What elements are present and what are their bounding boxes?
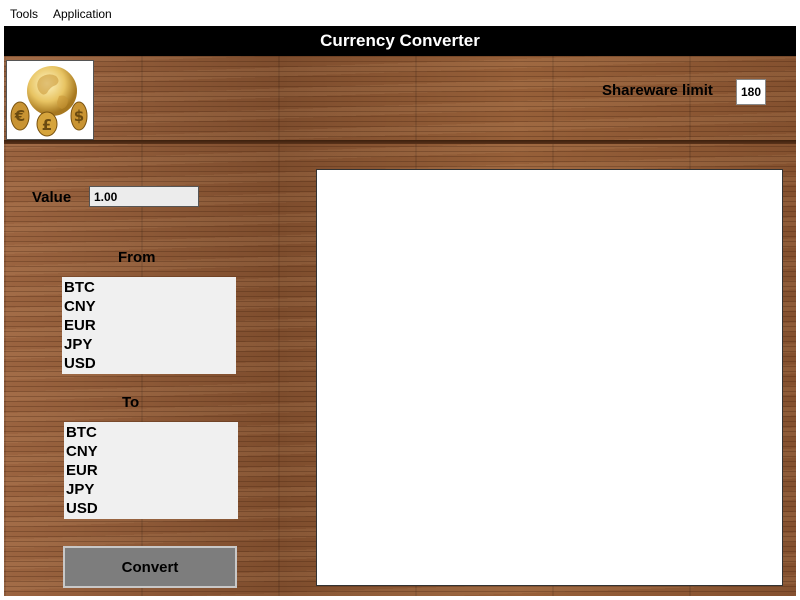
to-currency-list[interactable]: BTC CNY EUR JPY USD xyxy=(64,422,238,519)
from-currency-list[interactable]: BTC CNY EUR JPY USD xyxy=(62,277,236,374)
menu-application[interactable]: Application xyxy=(53,7,112,21)
board-seam xyxy=(4,140,796,144)
to-option-btc[interactable]: BTC xyxy=(66,423,236,442)
convert-button[interactable]: Convert xyxy=(63,546,237,588)
shareware-limit-value: 180 xyxy=(736,79,766,105)
from-option-btc[interactable]: BTC xyxy=(64,278,234,297)
title-bar: Currency Converter xyxy=(4,26,796,56)
window-title: Currency Converter xyxy=(320,31,480,50)
menu-bar: Tools Application xyxy=(0,0,800,25)
to-option-eur[interactable]: EUR xyxy=(66,461,236,480)
value-label: Value xyxy=(32,189,72,206)
shareware-limit-label: Shareware limit xyxy=(602,82,713,99)
to-option-jpy[interactable]: JPY xyxy=(66,480,236,499)
svg-text:£: £ xyxy=(42,116,52,134)
to-option-usd[interactable]: USD xyxy=(66,499,236,518)
value-input[interactable]: 1.00 xyxy=(89,186,199,207)
from-label: From xyxy=(118,249,156,266)
from-option-jpy[interactable]: JPY xyxy=(64,335,234,354)
globe-currency-icon: € £ $ xyxy=(6,60,94,140)
result-output-area[interactable] xyxy=(316,169,783,586)
to-option-cny[interactable]: CNY xyxy=(66,442,236,461)
to-label: To xyxy=(122,394,140,411)
wood-panel: € £ $ Shareware limit 180 Value 1.00 Fro… xyxy=(4,56,796,596)
svg-text:$: $ xyxy=(74,107,84,125)
from-option-usd[interactable]: USD xyxy=(64,354,234,373)
svg-text:€: € xyxy=(14,107,25,125)
menu-tools[interactable]: Tools xyxy=(10,7,38,21)
from-option-eur[interactable]: EUR xyxy=(64,316,234,335)
from-option-cny[interactable]: CNY xyxy=(64,297,234,316)
